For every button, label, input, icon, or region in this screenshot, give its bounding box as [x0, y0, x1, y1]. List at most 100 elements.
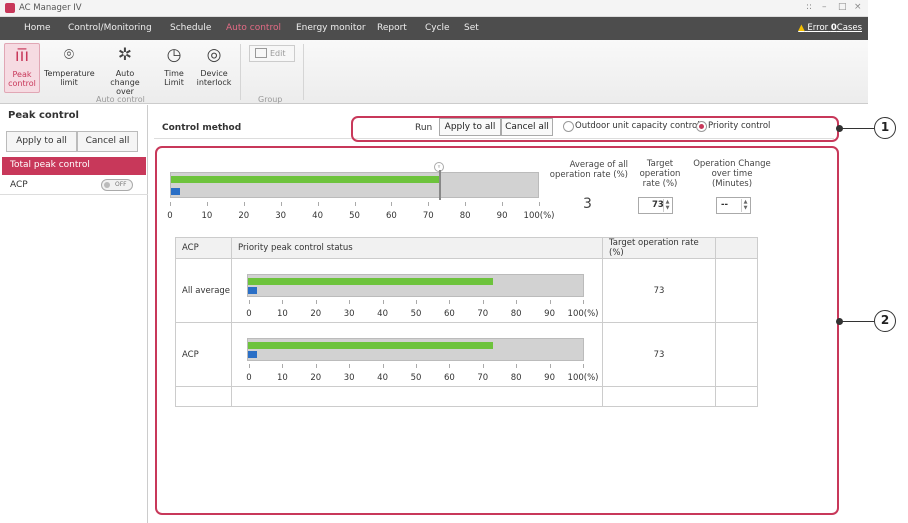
sidebar-apply-all-button[interactable]: Apply to all	[6, 131, 77, 152]
table-row-empty	[175, 386, 758, 407]
scale-tick	[391, 202, 393, 206]
scale-tick	[170, 202, 171, 206]
sidebar: Peak control Apply to all Cancel all Tot…	[0, 105, 148, 523]
scale-label: 30	[275, 211, 287, 221]
scale-label: 80	[459, 211, 471, 221]
col-header-extra	[715, 237, 758, 259]
menu-home[interactable]: Home	[24, 23, 51, 33]
time-limit-button[interactable]: ◷ Time Limit	[158, 43, 190, 87]
target-fill	[248, 278, 493, 285]
menu-auto-control[interactable]: Auto control	[226, 23, 281, 33]
row-target: 73	[602, 258, 716, 323]
priority-control-radio[interactable]: Priority control	[696, 120, 770, 132]
acp-toggle[interactable]: OFF	[101, 179, 133, 191]
stepper-arrows-icon[interactable]: ▲ ▼	[663, 199, 671, 212]
stepper-arrows-icon[interactable]: ▲ ▼	[741, 199, 749, 212]
scale-label: 70	[477, 373, 489, 383]
row-scale: 0 10 20 30 40 50 60 70 80 90 100(%)	[246, 364, 598, 386]
target-fill	[248, 342, 493, 349]
change-time-stepper[interactable]: -- ▲ ▼	[716, 197, 751, 214]
scale-tick	[416, 300, 417, 304]
ribbon: ıı̅ı Peak control ⌾ Temperature limit ✲ …	[0, 40, 868, 104]
scale-label: 10	[276, 309, 288, 319]
row-name: ACP	[175, 322, 232, 387]
actual-fill	[171, 188, 180, 195]
sidebar-cancel-all-button[interactable]: Cancel all	[77, 131, 138, 152]
menu-energy-monitor[interactable]: Energy monitor	[296, 23, 366, 33]
cancel-all-button[interactable]: Cancel all	[501, 118, 553, 136]
scale-tick	[482, 300, 484, 304]
auto-change-over-icon: ✲	[117, 45, 133, 65]
device-interlock-icon: ◎	[206, 45, 222, 65]
menu-cycle[interactable]: Cycle	[425, 23, 450, 33]
scale-label: 0	[167, 211, 173, 221]
scale-label: 80	[510, 373, 522, 383]
menu-set[interactable]: Set	[464, 23, 479, 33]
ribbon-separator	[240, 44, 241, 100]
scale-label: 90	[544, 373, 556, 383]
app-title: AC Manager IV	[19, 3, 82, 13]
scale-label: 50	[349, 211, 360, 221]
scale-label: 100(%)	[567, 309, 599, 319]
row-name: All average	[175, 258, 232, 323]
edit-button[interactable]: Edit	[249, 45, 295, 62]
sidebar-item-acp[interactable]: ACP	[10, 180, 28, 190]
scale-label: 50	[410, 373, 422, 383]
scale-tick	[354, 202, 356, 206]
callout-line-1	[842, 128, 874, 129]
menu-report[interactable]: Report	[377, 23, 407, 33]
minimize-icon[interactable]: –	[822, 2, 827, 12]
target-rate-stepper[interactable]: 73 ▲ ▼	[638, 197, 673, 214]
run-label: Run	[415, 123, 433, 133]
scale-label: 60	[443, 309, 455, 319]
snap-icon[interactable]: ::	[806, 2, 812, 12]
scale-tick	[502, 202, 504, 206]
scale-label: 50	[410, 309, 422, 319]
scale-tick	[349, 364, 351, 368]
close-icon[interactable]: ×	[854, 2, 862, 12]
scale-label: 0	[246, 309, 252, 319]
scale-label: 10	[276, 373, 288, 383]
scale-label: 70	[422, 211, 434, 221]
scale-tick	[249, 300, 250, 304]
device-interlock-button[interactable]: ◎ Device interlock	[196, 43, 232, 87]
change-time-header: Operation Change over time (Minutes)	[693, 159, 771, 189]
peak-control-button[interactable]: ıı̅ı Peak control	[4, 43, 40, 93]
maximize-icon[interactable]: □	[838, 2, 847, 12]
sidebar-item-total-peak-control[interactable]: Total peak control	[2, 157, 146, 175]
menu-control-monitoring[interactable]: Control/Monitoring	[68, 23, 152, 33]
scale-tick	[583, 300, 584, 304]
summary-scale: 0 10 20 30 40 50 60 70 80 90 100(%)	[167, 202, 554, 224]
scale-label: 100(%)	[523, 211, 555, 221]
scale-label: 30	[343, 309, 355, 319]
auto-control-group-caption: Auto control	[96, 95, 145, 104]
scale-label: 20	[310, 309, 322, 319]
menu-schedule[interactable]: Schedule	[170, 23, 211, 33]
scale-tick	[516, 364, 518, 368]
callout-line-2	[842, 321, 874, 322]
scale-label: 60	[385, 211, 397, 221]
scale-label: 20	[310, 373, 322, 383]
scale-tick	[315, 364, 317, 368]
row-target: 73	[602, 322, 716, 387]
scale-tick	[539, 202, 540, 206]
scale-tick	[516, 300, 518, 304]
scale-tick	[449, 364, 451, 368]
title-bar: AC Manager IV :: – □ ×	[0, 0, 868, 17]
error-link[interactable]: ▲ Error 0Cases	[798, 23, 862, 33]
outdoor-capacity-radio[interactable]: Outdoor unit capacity control	[563, 120, 700, 132]
temperature-limit-button[interactable]: ⌾ Temperature limit	[44, 43, 95, 87]
scale-tick	[317, 202, 319, 206]
average-rate-value: 3	[583, 196, 592, 212]
scale-label: 30	[343, 373, 355, 383]
scale-label: 90	[496, 211, 508, 221]
scale-tick	[416, 364, 417, 368]
actual-fill	[248, 287, 257, 294]
auto-change-over-button[interactable]: ✲ Auto change over	[102, 43, 148, 96]
apply-all-button[interactable]: Apply to all	[439, 118, 501, 136]
app-icon	[5, 3, 15, 13]
scale-label: 60	[443, 373, 455, 383]
target-fill	[171, 176, 439, 183]
scale-tick	[382, 300, 384, 304]
scale-label: 80	[510, 309, 522, 319]
